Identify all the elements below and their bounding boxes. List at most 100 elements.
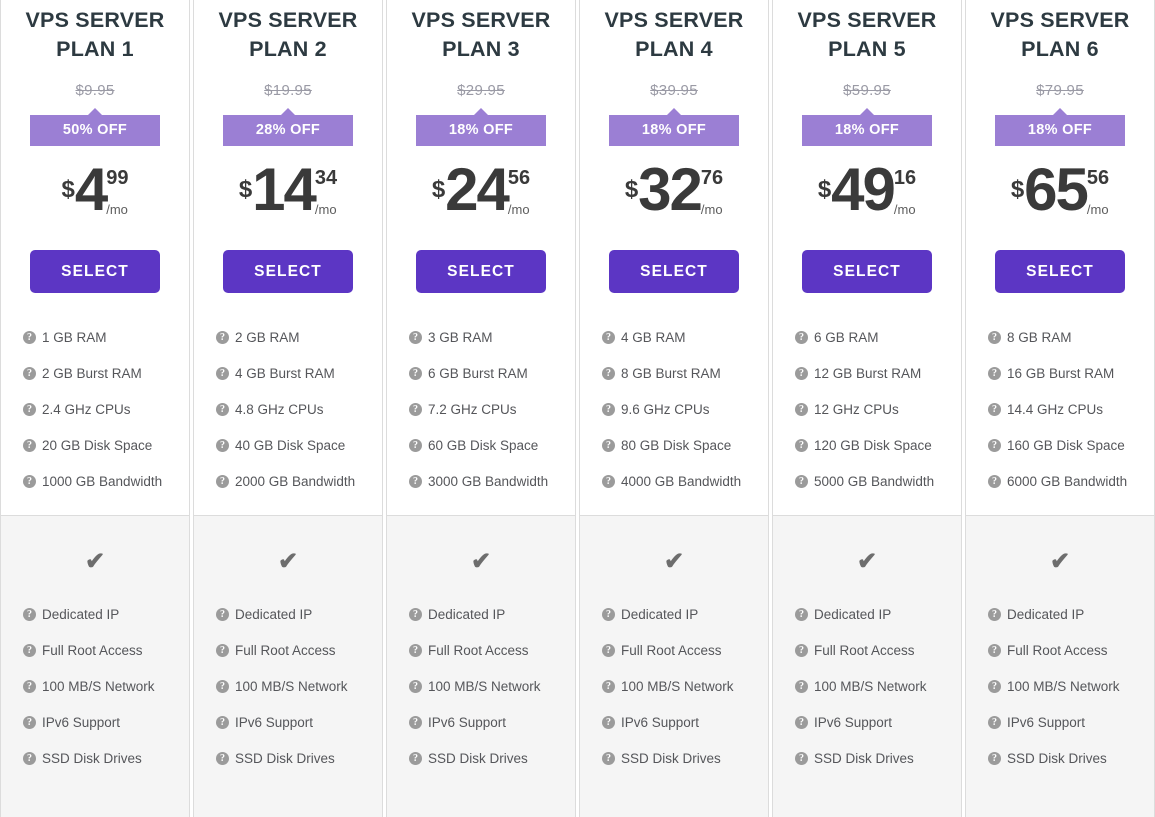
select-button[interactable]: SELECT xyxy=(223,250,353,293)
question-mark-icon[interactable]: ? xyxy=(216,715,229,729)
question-mark-icon[interactable]: ? xyxy=(602,679,615,693)
discount-badge-wrapper: 18% OFF xyxy=(590,115,758,146)
question-mark-icon[interactable]: ? xyxy=(795,402,808,416)
question-mark-icon[interactable]: ? xyxy=(602,402,615,416)
question-mark-icon[interactable]: ? xyxy=(23,607,36,621)
select-button[interactable]: SELECT xyxy=(802,250,932,293)
feature-label: IPv6 Support xyxy=(1007,714,1086,730)
question-mark-icon[interactable]: ? xyxy=(216,679,229,693)
feature-list-primary: ? 1 GB RAM? 2 GB Burst RAM? 2.4 GHz CPUs? 20… xyxy=(11,319,179,499)
question-mark-icon[interactable]: ? xyxy=(988,751,1001,765)
plan-card-top: VPS SERVER PLAN 1 $9.95 50% OFF $4 99/mo SELE… xyxy=(1,0,189,516)
feature-item: ? 20 GB Disk Space xyxy=(23,427,179,463)
question-mark-icon[interactable]: ? xyxy=(216,438,229,452)
question-mark-icon[interactable]: ? xyxy=(988,438,1001,452)
question-mark-icon[interactable]: ? xyxy=(409,438,422,452)
feature-item: ? 4 GB RAM xyxy=(602,319,758,355)
question-mark-icon[interactable]: ? xyxy=(23,751,36,765)
feature-item: ? Dedicated IP xyxy=(216,596,372,632)
plan-card-bottom: ✔? Dedicated IP? Full Root Access? 100 MB/S… xyxy=(1,516,189,817)
question-mark-icon[interactable]: ? xyxy=(988,679,1001,693)
question-mark-icon[interactable]: ? xyxy=(988,715,1001,729)
feature-item: ? 14.4 GHz CPUs xyxy=(988,391,1144,427)
question-mark-icon[interactable]: ? xyxy=(602,438,615,452)
question-mark-icon[interactable]: ? xyxy=(409,474,422,488)
feature-label: 8 GB Burst RAM xyxy=(621,365,721,381)
feature-list-primary: ? 4 GB RAM? 8 GB Burst RAM? 9.6 GHz CPUs? 80… xyxy=(590,319,758,499)
question-mark-icon[interactable]: ? xyxy=(988,643,1001,657)
feature-label: 8 GB RAM xyxy=(1007,329,1072,345)
question-mark-icon[interactable]: ? xyxy=(988,366,1001,380)
question-mark-icon[interactable]: ? xyxy=(795,330,808,344)
feature-list-secondary: ? Dedicated IP? Full Root Access? 100 MB/S … xyxy=(204,596,372,776)
feature-item: ? 120 GB Disk Space xyxy=(795,427,951,463)
question-mark-icon[interactable]: ? xyxy=(988,330,1001,344)
question-mark-icon[interactable]: ? xyxy=(23,366,36,380)
question-mark-icon[interactable]: ? xyxy=(23,643,36,657)
question-mark-icon[interactable]: ? xyxy=(23,438,36,452)
question-mark-icon[interactable]: ? xyxy=(602,715,615,729)
question-mark-icon[interactable]: ? xyxy=(409,607,422,621)
discount-badge: 28% OFF xyxy=(223,115,353,146)
plan-card: VPS SERVER PLAN 1 $9.95 50% OFF $4 99/mo SELE… xyxy=(0,0,190,817)
feature-label: 3 GB RAM xyxy=(428,329,493,345)
plan-card-top: VPS SERVER PLAN 3 $29.95 18% OFF $24 56/mo SE… xyxy=(387,0,575,516)
question-mark-icon[interactable]: ? xyxy=(409,751,422,765)
question-mark-icon[interactable]: ? xyxy=(795,751,808,765)
question-mark-icon[interactable]: ? xyxy=(409,366,422,380)
question-mark-icon[interactable]: ? xyxy=(23,330,36,344)
question-mark-icon[interactable]: ? xyxy=(23,474,36,488)
per-month-label: /mo xyxy=(314,202,337,217)
feature-item: ? Dedicated IP xyxy=(602,596,758,632)
question-mark-icon[interactable]: ? xyxy=(216,330,229,344)
question-mark-icon[interactable]: ? xyxy=(216,643,229,657)
price-whole: 24 xyxy=(445,156,510,223)
question-mark-icon[interactable]: ? xyxy=(795,715,808,729)
question-mark-icon[interactable]: ? xyxy=(216,474,229,488)
feature-item: ? 6000 GB Bandwidth xyxy=(988,463,1144,499)
question-mark-icon[interactable]: ? xyxy=(988,474,1001,488)
question-mark-icon[interactable]: ? xyxy=(602,643,615,657)
question-mark-icon[interactable]: ? xyxy=(216,751,229,765)
feature-item: ? 1000 GB Bandwidth xyxy=(23,463,179,499)
feature-label: Full Root Access xyxy=(235,642,336,658)
question-mark-icon[interactable]: ? xyxy=(23,715,36,729)
question-mark-icon[interactable]: ? xyxy=(602,366,615,380)
question-mark-icon[interactable]: ? xyxy=(409,679,422,693)
pricing-table: VPS SERVER PLAN 1 $9.95 50% OFF $4 99/mo SELE… xyxy=(0,0,1155,817)
select-button[interactable]: SELECT xyxy=(30,250,160,293)
question-mark-icon[interactable]: ? xyxy=(409,402,422,416)
question-mark-icon[interactable]: ? xyxy=(602,474,615,488)
question-mark-icon[interactable]: ? xyxy=(409,330,422,344)
question-mark-icon[interactable]: ? xyxy=(795,366,808,380)
question-mark-icon[interactable]: ? xyxy=(795,474,808,488)
question-mark-icon[interactable]: ? xyxy=(216,366,229,380)
question-mark-icon[interactable]: ? xyxy=(216,607,229,621)
feature-item: ? 2 GB RAM xyxy=(216,319,372,355)
question-mark-icon[interactable]: ? xyxy=(602,751,615,765)
question-mark-icon[interactable]: ? xyxy=(795,679,808,693)
question-mark-icon[interactable]: ? xyxy=(988,402,1001,416)
plan-card-top: VPS SERVER PLAN 4 $39.95 18% OFF $32 76/mo SE… xyxy=(580,0,768,516)
question-mark-icon[interactable]: ? xyxy=(795,607,808,621)
question-mark-icon[interactable]: ? xyxy=(409,715,422,729)
question-mark-icon[interactable]: ? xyxy=(409,643,422,657)
question-mark-icon[interactable]: ? xyxy=(216,402,229,416)
feature-label: SSD Disk Drives xyxy=(428,750,528,766)
checkmark-icon: ✔ xyxy=(663,548,685,575)
select-button[interactable]: SELECT xyxy=(609,250,739,293)
question-mark-icon[interactable]: ? xyxy=(602,330,615,344)
question-mark-icon[interactable]: ? xyxy=(23,402,36,416)
price-display: $14 34/mo xyxy=(204,159,372,224)
feature-list-primary: ? 8 GB RAM? 16 GB Burst RAM? 14.4 GHz CPUs?… xyxy=(976,319,1144,499)
question-mark-icon[interactable]: ? xyxy=(602,607,615,621)
question-mark-icon[interactable]: ? xyxy=(795,643,808,657)
select-button[interactable]: SELECT xyxy=(416,250,546,293)
select-button[interactable]: SELECT xyxy=(995,250,1125,293)
currency-symbol: $ xyxy=(817,176,832,203)
question-mark-icon[interactable]: ? xyxy=(23,679,36,693)
question-mark-icon[interactable]: ? xyxy=(795,438,808,452)
feature-item: ? 2.4 GHz CPUs xyxy=(23,391,179,427)
feature-label: Dedicated IP xyxy=(428,606,506,622)
question-mark-icon[interactable]: ? xyxy=(988,607,1001,621)
